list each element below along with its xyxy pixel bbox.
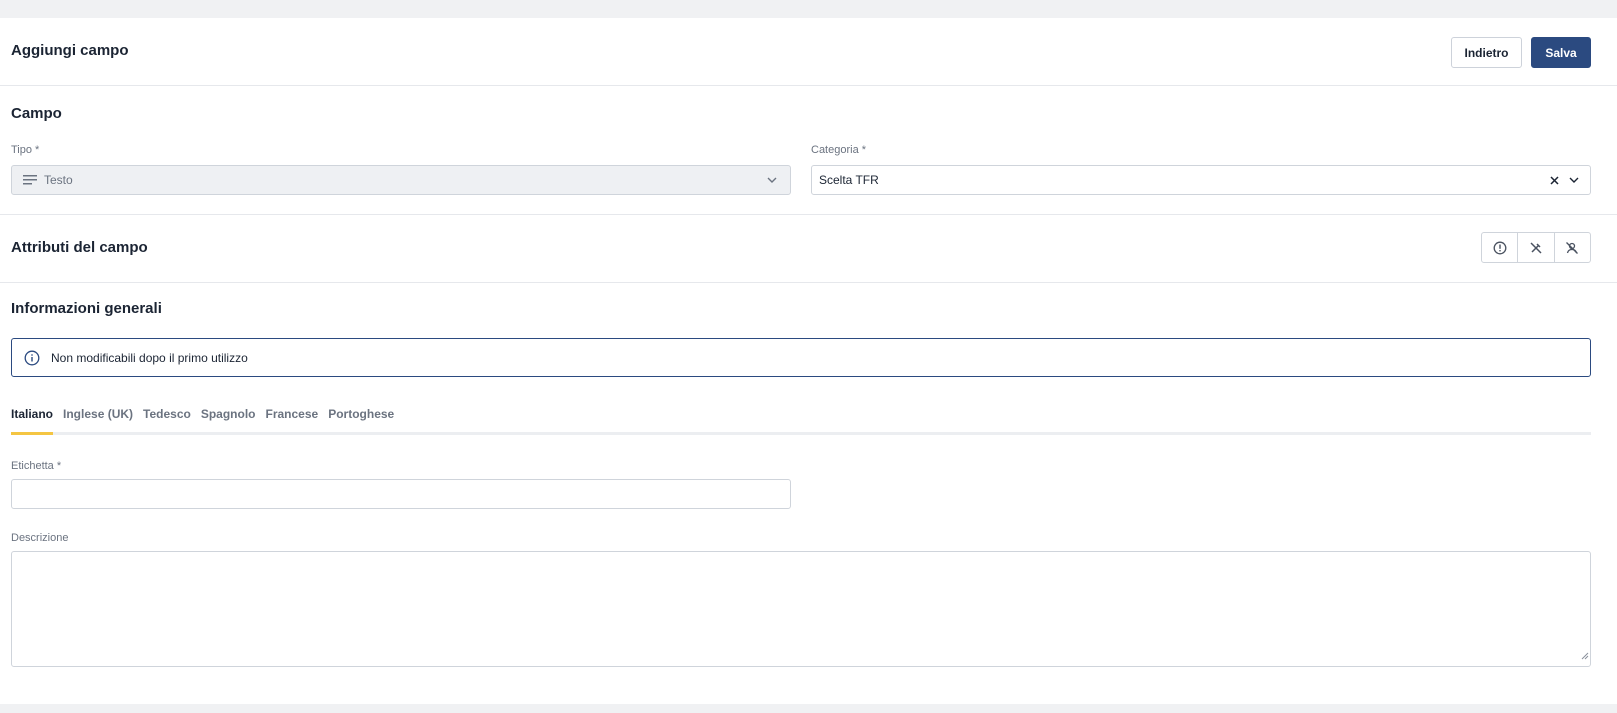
tipo-select[interactable]: Testo [11, 165, 791, 195]
attribute-toggle-group [1481, 232, 1591, 263]
required-alert-icon[interactable] [1482, 233, 1519, 262]
categoria-select[interactable]: Scelta TFR [811, 165, 1591, 195]
descrizione-label: Descrizione [11, 532, 69, 544]
no-user-icon[interactable] [1555, 233, 1590, 262]
tipo-value: Testo [44, 173, 73, 187]
tab-tedesco[interactable]: Tedesco [143, 407, 191, 435]
main-card: Aggiungi campo Indietro Salva Campo Tipo… [0, 18, 1617, 704]
campo-section-title: Campo [11, 105, 62, 122]
resize-grip-icon[interactable] [1581, 647, 1589, 665]
text-lines-icon [21, 171, 39, 189]
info-alert: Non modificabili dopo il primo utilizzo [11, 338, 1591, 377]
categoria-label: Categoria * [811, 144, 867, 156]
info-section: Informazioni generali Non modificabili d… [0, 283, 1617, 703]
tipo-label: Tipo * [11, 144, 40, 156]
clear-icon[interactable] [1545, 171, 1563, 189]
language-tabs: Italiano Inglese (UK) Tedesco Spagnolo F… [11, 407, 404, 435]
descrizione-textarea[interactable] [11, 551, 1591, 667]
info-section-title: Informazioni generali [11, 300, 162, 317]
tab-portoghese[interactable]: Portoghese [328, 407, 394, 435]
campo-section: Campo Tipo * Testo Categoria * Scelta TF… [0, 86, 1617, 215]
tab-spagnolo[interactable]: Spagnolo [201, 407, 256, 435]
tab-francese[interactable]: Francese [266, 407, 319, 435]
categoria-value: Scelta TFR [819, 173, 879, 187]
attributi-section: Attributi del campo [0, 215, 1617, 283]
page-title: Aggiungi campo [11, 42, 129, 59]
back-button[interactable]: Indietro [1451, 37, 1522, 68]
etichetta-label: Etichetta * [11, 460, 62, 472]
page-header: Aggiungi campo Indietro Salva [0, 18, 1617, 86]
etichetta-input[interactable] [11, 479, 791, 509]
no-edit-icon[interactable] [1518, 233, 1555, 262]
alert-text: Non modificabili dopo il primo utilizzo [51, 350, 248, 365]
tab-inglese-uk[interactable]: Inglese (UK) [63, 407, 133, 435]
chevron-down-icon [763, 171, 781, 189]
chevron-down-icon[interactable] [1565, 171, 1583, 189]
save-button[interactable]: Salva [1531, 37, 1591, 68]
info-icon [23, 349, 41, 367]
tab-italiano[interactable]: Italiano [11, 407, 54, 435]
attributi-section-title: Attributi del campo [11, 239, 148, 256]
